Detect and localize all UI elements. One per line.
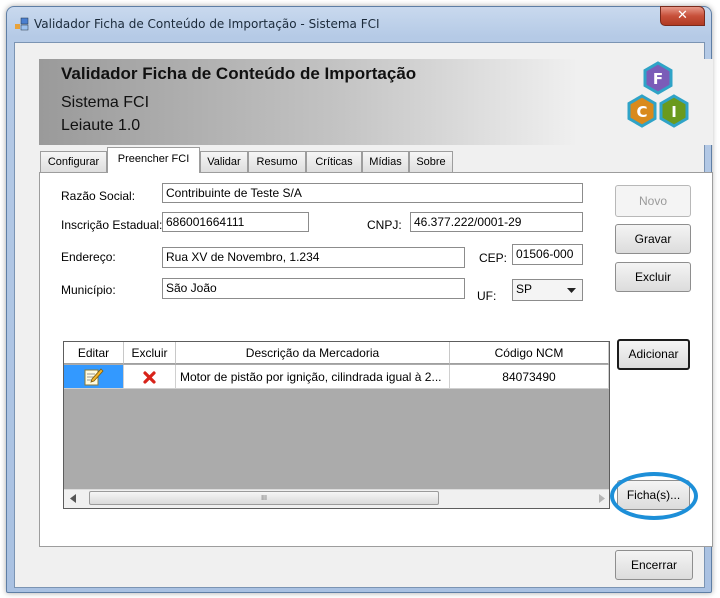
endereco-field[interactable]: Rua XV de Novembro, 1.234 xyxy=(162,247,465,268)
uf-value: SP xyxy=(516,282,533,296)
chevron-down-icon xyxy=(567,288,576,293)
scrollbar-thumb[interactable]: III xyxy=(89,491,439,505)
close-icon: ✕ xyxy=(677,8,688,23)
column-header-codigo-ncm[interactable]: Código NCM xyxy=(450,342,609,364)
tab-preencher-fci[interactable]: Preencher FCI xyxy=(107,147,200,173)
scroll-thumb-grip: III xyxy=(261,495,267,502)
tab-criticas[interactable]: Críticas xyxy=(306,151,362,172)
logo-letter-c: C xyxy=(636,103,647,121)
table-row-descricao[interactable]: Motor de pistão por ignição, cilindrada … xyxy=(176,365,450,389)
fci-logo: F C I xyxy=(627,61,689,128)
cep-label: CEP: xyxy=(479,251,508,265)
inscricao-estadual-field[interactable]: 686001664111 xyxy=(162,212,309,232)
logo-letter-f: F xyxy=(653,70,663,88)
gravar-button[interactable]: Gravar xyxy=(615,224,691,254)
column-header-descricao[interactable]: Descrição da Mercadoria xyxy=(176,342,450,364)
table-row-edit-cell[interactable] xyxy=(64,365,124,389)
uf-label: UF: xyxy=(477,289,497,303)
red-x-delete-icon xyxy=(143,371,156,384)
tab-midias[interactable]: Mídias xyxy=(362,151,409,172)
app-icon xyxy=(15,17,29,31)
excluir-button[interactable]: Excluir xyxy=(615,262,691,292)
layout-version: Leiaute 1.0 xyxy=(61,117,141,134)
scroll-left-icon[interactable] xyxy=(70,494,76,503)
window-title: Validador Ficha de Conteúdo de Importaçã… xyxy=(34,17,380,31)
cnpj-field[interactable]: 46.377.222/0001-29 xyxy=(410,212,583,232)
tab-configurar[interactable]: Configurar xyxy=(40,151,107,172)
tab-validar[interactable]: Validar xyxy=(200,151,248,172)
logo-letter-i: I xyxy=(671,103,677,121)
adicionar-button[interactable]: Adicionar xyxy=(617,339,690,370)
razao-social-label: Razão Social: xyxy=(61,189,136,203)
inscricao-estadual-label: Inscrição Estadual: xyxy=(61,218,163,232)
scroll-right-icon[interactable] xyxy=(599,494,605,503)
endereco-label: Endereço: xyxy=(61,250,116,264)
novo-button[interactable]: Novo xyxy=(615,185,691,217)
highlight-circle-annotation xyxy=(610,472,698,520)
column-header-editar[interactable]: Editar xyxy=(64,342,124,364)
column-header-excluir[interactable]: Excluir xyxy=(124,342,176,364)
table-row-codigo-ncm[interactable]: 84073490 xyxy=(450,365,609,389)
uf-select[interactable]: SP xyxy=(512,279,583,301)
app-subtitle: Sistema FCI xyxy=(61,94,150,111)
municipio-field[interactable]: São João xyxy=(162,278,465,299)
cep-field[interactable]: 01506-000 xyxy=(512,244,583,265)
razao-social-field[interactable]: Contribuinte de Teste S/A xyxy=(162,183,583,203)
cnpj-label: CNPJ: xyxy=(367,218,402,232)
municipio-label: Município: xyxy=(61,283,116,297)
app-title: Validador Ficha de Conteúdo de Importaçã… xyxy=(61,64,417,83)
tab-resumo[interactable]: Resumo xyxy=(248,151,306,172)
encerrar-button[interactable]: Encerrar xyxy=(615,550,693,580)
tab-sobre[interactable]: Sobre xyxy=(409,151,453,172)
table-row-delete-cell[interactable] xyxy=(124,365,176,389)
edit-note-icon xyxy=(84,368,104,386)
close-button[interactable]: ✕ xyxy=(660,6,705,26)
